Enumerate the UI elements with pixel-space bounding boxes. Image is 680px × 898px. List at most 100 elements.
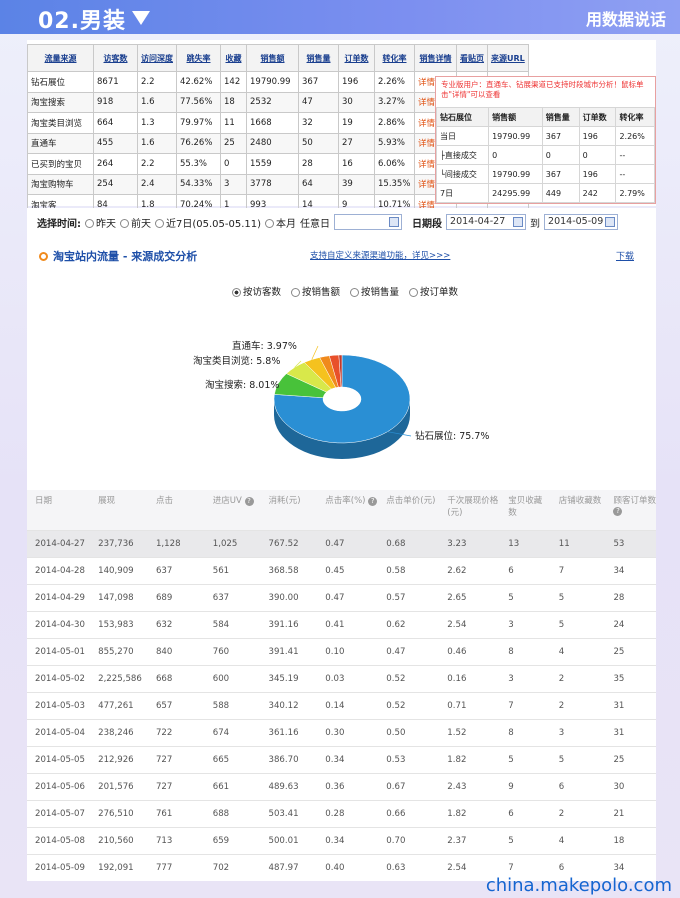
table-cell: 2.62 — [439, 556, 501, 584]
table-cell: 34 — [605, 556, 656, 584]
column-header[interactable]: 销售额 — [246, 44, 299, 72]
table-cell: 3 — [220, 173, 247, 195]
table-cell: 淘宝购物车 — [27, 173, 94, 195]
table-cell: 391.41 — [260, 637, 318, 665]
time-option[interactable]: 近7日(05.05-05.11) — [155, 215, 261, 230]
column-header[interactable]: 看贴页 — [456, 44, 488, 72]
table-cell: 0.28 — [317, 799, 379, 827]
column-header: 进店UV ? — [204, 490, 261, 530]
table-cell: 713 — [147, 826, 205, 854]
table-cell: 2,225,586 — [90, 664, 148, 692]
table-cell: 2 — [550, 799, 606, 827]
table-row: 当日 19790.99 367 196 2.26% — [435, 126, 655, 146]
table-cell: 664 — [93, 112, 138, 134]
column-header[interactable]: 来源URL — [487, 44, 529, 72]
table-cell: 2.4 — [137, 173, 177, 195]
range-label: 日期段 — [412, 218, 443, 230]
table-cell: 21 — [605, 799, 656, 827]
column-header[interactable]: 收藏 — [220, 44, 247, 72]
time-option[interactable]: 本月 — [265, 215, 296, 230]
table-cell: 367 — [298, 71, 339, 93]
column-header[interactable]: 销售量 — [298, 44, 339, 72]
table-cell: 727 — [147, 772, 205, 800]
table-cell: 42.62% — [176, 71, 221, 93]
help-icon[interactable]: ? — [244, 497, 254, 506]
table-cell: 674 — [204, 718, 261, 746]
table-cell: 2 — [550, 691, 606, 719]
radio-icon[interactable] — [85, 219, 94, 228]
table-cell: 689 — [147, 583, 205, 611]
end-date-input[interactable]: 2014-05-09 — [544, 214, 619, 230]
table-cell: 1.6 — [137, 132, 177, 154]
table-cell: 5 — [550, 610, 606, 638]
table-cell: 2.65 — [439, 583, 501, 611]
table-cell: 32 — [298, 112, 339, 134]
table-cell: 7日 — [435, 183, 490, 203]
table-cell: 25 — [605, 745, 656, 773]
table-cell: 19790.99 — [246, 71, 299, 93]
column-header[interactable]: 访问深度 — [137, 44, 177, 72]
table-cell: 0.50 — [378, 718, 440, 746]
column-header[interactable]: 订单数 — [338, 44, 375, 72]
table-cell: 2.2 — [137, 153, 177, 175]
radio-icon[interactable] — [120, 219, 129, 228]
column-header[interactable]: 流量来源 — [27, 44, 94, 72]
table-cell: 0 — [220, 153, 247, 175]
column-header: 千次展现价格(元) — [439, 490, 501, 530]
calendar-icon[interactable] — [389, 217, 400, 227]
table-cell: 25 — [605, 637, 656, 665]
table-cell: 455 — [93, 132, 138, 154]
table-cell: 2014-04-27 — [27, 529, 91, 557]
table-row: 2014-05-07 276,510 761 688 503.41 0.28 0.66 1.8… — [27, 799, 656, 827]
time-option[interactable]: 前天 — [120, 215, 151, 230]
table-cell: 760 — [204, 637, 261, 665]
table-cell: 668 — [147, 664, 205, 692]
table-cell: 855,270 — [90, 637, 148, 665]
table-cell: 0.46 — [439, 637, 501, 665]
table-cell: 212,926 — [90, 745, 148, 773]
table-cell: 0.52 — [378, 664, 440, 692]
column-header: 钻石展位 — [435, 107, 490, 127]
time-option[interactable]: 昨天 — [85, 215, 116, 230]
table-cell: 0.45 — [317, 556, 379, 584]
table-cell: 361.16 — [260, 718, 318, 746]
table-cell: 0.66 — [378, 799, 440, 827]
detail-popup: 专业版用户：直通车、钻展渠道已支持时段城市分析！鼠标单击"详情"可以查看 钻石展… — [435, 76, 656, 204]
start-date-input[interactable]: 2014-04-27 — [446, 214, 527, 230]
table-cell: 238,246 — [90, 718, 148, 746]
table-cell: 2.43 — [439, 772, 501, 800]
table-cell: 2.26% — [615, 126, 655, 146]
column-header-label: 顾客订单数 — [613, 496, 656, 506]
table-cell: 64 — [298, 173, 339, 195]
table-cell: 0 — [488, 145, 543, 165]
table-row: 2014-05-02 2,225,586 668 600 345.19 0.03 0.52 0… — [27, 664, 656, 692]
calendar-icon[interactable] — [513, 217, 524, 227]
radio-icon[interactable] — [265, 219, 275, 228]
table-cell: ├直接成交 — [435, 145, 490, 165]
column-header-label: 店铺收藏数 — [558, 496, 602, 506]
table-cell: 661 — [204, 772, 261, 800]
column-header: 订单数 — [578, 107, 617, 127]
table-cell: 31 — [605, 691, 656, 719]
section-banner: 02.男装 用数据说话 — [0, 0, 680, 34]
column-header[interactable]: 跳失率 — [176, 44, 221, 72]
column-header[interactable]: 访客数 — [93, 44, 138, 72]
column-header-label: 宝贝收藏数 — [508, 496, 543, 518]
radio-icon[interactable] — [155, 219, 164, 228]
dropdown-arrow-icon[interactable] — [132, 11, 150, 25]
table-cell: 2014-05-07 — [27, 799, 91, 827]
table-cell: 25 — [220, 132, 247, 154]
daily-stats-table: 日期 展现 点击 进店UV ? 消耗(元) 点击率(%) ? 点击单价(元) 千次展现价格(元… — [27, 490, 656, 881]
donut-hole — [323, 387, 361, 411]
table-cell: 53 — [605, 529, 656, 557]
help-icon[interactable]: ? — [368, 497, 378, 506]
table-cell: 196 — [578, 126, 617, 146]
calendar-icon[interactable] — [605, 217, 616, 227]
table-cell: 840 — [147, 637, 205, 665]
custom-day-input[interactable] — [334, 214, 403, 230]
column-header[interactable]: 转化率 — [374, 44, 415, 72]
table-row: 7日 24295.99 449 242 2.79% — [435, 183, 655, 203]
column-header[interactable]: 销售详情 — [414, 44, 457, 72]
help-icon[interactable]: ? — [613, 507, 623, 516]
table-cell: 31 — [605, 718, 656, 746]
